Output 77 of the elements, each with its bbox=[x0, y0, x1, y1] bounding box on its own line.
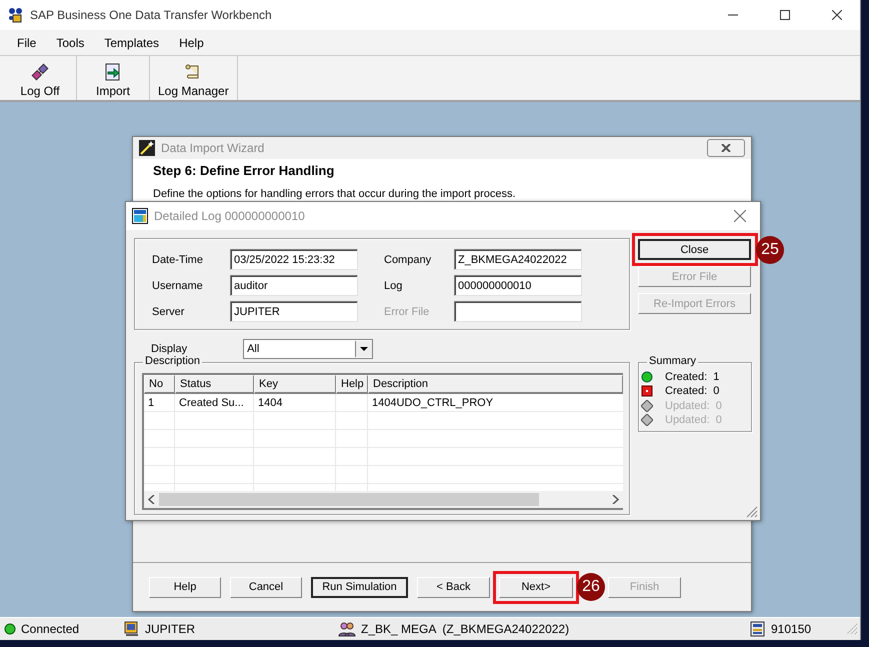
status-dot-icon bbox=[4, 623, 16, 635]
scroll-left-icon[interactable] bbox=[148, 494, 155, 504]
menu-item[interactable]: Templates bbox=[95, 32, 168, 52]
summary-text: Created: 0 bbox=[665, 385, 720, 398]
summary-text: Updated: 0 bbox=[665, 400, 722, 412]
scroll-right-icon[interactable] bbox=[612, 494, 619, 504]
step-title: Step 6: Define Error Handling bbox=[153, 163, 336, 178]
column-header[interactable]: No bbox=[144, 374, 175, 394]
toolbar-button[interactable]: Log Manager bbox=[150, 56, 238, 100]
column-header[interactable]: Description bbox=[368, 374, 623, 394]
input-field[interactable]: JUPITER bbox=[230, 301, 358, 322]
table-cell-text: 1404 bbox=[257, 396, 284, 410]
menu-item[interactable]: File bbox=[8, 32, 46, 52]
log-window-icon bbox=[132, 208, 148, 224]
diamond-icon bbox=[641, 414, 653, 426]
input-field[interactable]: Z_BKMEGA24022022 bbox=[454, 249, 582, 270]
maximize-icon[interactable] bbox=[780, 10, 790, 20]
field-label: Company bbox=[384, 254, 432, 266]
dialog-button[interactable]: < Back bbox=[417, 576, 490, 598]
success-icon bbox=[641, 371, 653, 384]
window-title: SAP Business One Data Transfer Workbench bbox=[30, 8, 273, 22]
field-label: Server bbox=[152, 306, 186, 318]
step-badge: 26 bbox=[577, 573, 605, 601]
users-icon bbox=[338, 621, 356, 637]
close-icon[interactable] bbox=[734, 210, 746, 222]
close-button[interactable] bbox=[707, 139, 745, 157]
wand-icon bbox=[139, 140, 155, 156]
input-field[interactable]: 000000000010 bbox=[454, 275, 582, 296]
status-text: JUPITER bbox=[145, 622, 196, 636]
error-icon bbox=[641, 385, 653, 398]
close-icon bbox=[721, 144, 731, 152]
dialog-title: Data Import Wizard bbox=[161, 141, 266, 155]
dialog-title: Detailed Log 000000000010 bbox=[154, 209, 306, 223]
summary-text: Updated: 0 bbox=[665, 414, 722, 426]
plug-icon bbox=[31, 63, 49, 81]
field-label: Username bbox=[152, 280, 204, 292]
field-label: Log bbox=[384, 280, 404, 292]
dialog-button[interactable]: Cancel bbox=[230, 576, 302, 598]
app-logo-icon bbox=[8, 7, 24, 23]
dialog-button[interactable]: Help bbox=[149, 576, 221, 598]
column-header[interactable]: Status bbox=[175, 374, 254, 394]
table-cell-text: 1 bbox=[147, 396, 156, 410]
toolbar-button[interactable]: Log Off bbox=[4, 56, 77, 100]
diamond-icon bbox=[641, 400, 653, 412]
status-text: 910150 bbox=[771, 622, 812, 636]
horizontal-scrollbar[interactable] bbox=[144, 490, 623, 508]
group-title: Description bbox=[143, 354, 202, 366]
server-icon bbox=[124, 621, 140, 637]
column-header[interactable]: Key bbox=[254, 374, 336, 394]
table-cell-text: 1404UDO_CTRL_PROY bbox=[371, 396, 494, 410]
input-field[interactable] bbox=[454, 301, 582, 322]
group-title: Summary bbox=[647, 354, 698, 366]
caret-icon bbox=[360, 346, 368, 350]
menu-item[interactable]: Help bbox=[170, 32, 213, 52]
toolbar-button[interactable]: Import bbox=[77, 56, 150, 100]
display-dropdown[interactable]: All bbox=[243, 338, 374, 358]
step-badge: 25 bbox=[756, 236, 784, 264]
dialog-button[interactable]: Next> bbox=[499, 576, 573, 598]
input-field[interactable]: auditor bbox=[230, 275, 358, 296]
field-label: Error File bbox=[384, 306, 430, 318]
close-icon[interactable] bbox=[832, 10, 842, 20]
database-icon bbox=[750, 621, 766, 637]
field-label: Date-Time bbox=[152, 254, 204, 266]
status-text: Connected bbox=[21, 622, 80, 636]
summary-text: Created: 1 bbox=[665, 371, 720, 384]
display-label: Display bbox=[151, 342, 188, 354]
dialog-button[interactable]: Close bbox=[638, 239, 751, 260]
menu-item[interactable]: Tools bbox=[47, 32, 94, 52]
resize-grip-icon[interactable] bbox=[746, 506, 758, 518]
table-cell-text: Created Su... bbox=[178, 396, 245, 410]
resize-grip-icon[interactable] bbox=[846, 623, 858, 635]
dialog-button[interactable]: Run Simulation bbox=[311, 576, 408, 598]
status-text: Z_BK_ MEGA (Z_BKMEGA24022022) bbox=[361, 622, 570, 636]
column-header[interactable]: Help bbox=[336, 374, 368, 394]
step-description: Define the options for handling errors that occur during the import process. bbox=[153, 188, 517, 200]
input-field[interactable]: 03/25/2022 15:23:32 bbox=[230, 249, 358, 270]
import-icon bbox=[104, 63, 122, 81]
